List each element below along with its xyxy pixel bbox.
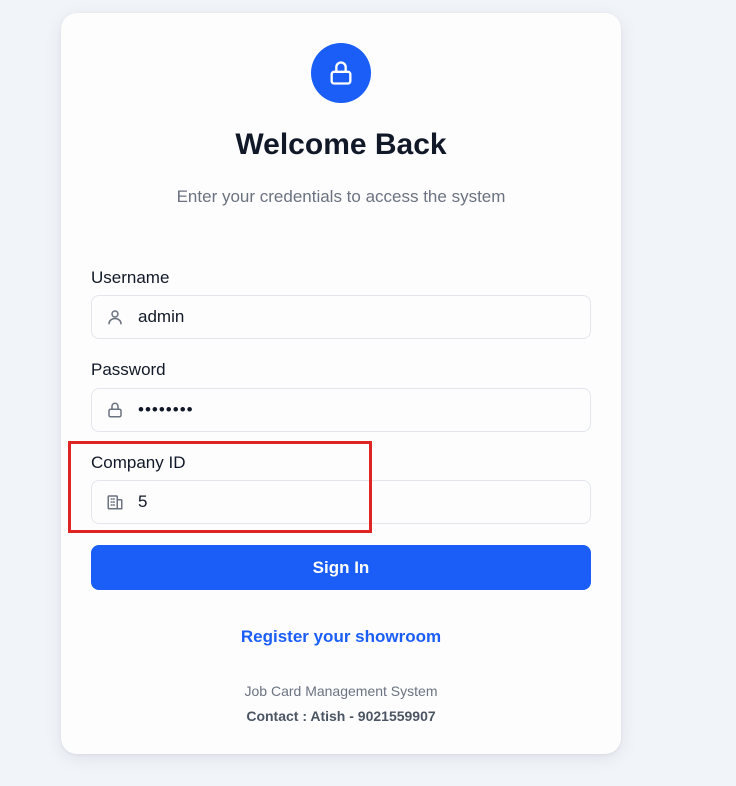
username-field[interactable]: admin — [91, 295, 591, 339]
lock-badge — [311, 43, 371, 103]
sign-in-button[interactable]: Sign In — [91, 545, 591, 590]
register-showroom-link[interactable]: Register your showroom — [61, 625, 621, 649]
password-field[interactable]: •••••••• — [91, 388, 591, 432]
username-label: Username — [91, 268, 170, 287]
company-id-value: 5 — [138, 492, 148, 511]
company-id-field[interactable]: 5 — [91, 480, 591, 524]
login-card: Welcome Back Enter your credentials to a… — [61, 13, 621, 754]
company-id-label: Company ID — [91, 453, 186, 472]
username-value: admin — [138, 307, 185, 326]
footer-system-name: Job Card Management System — [244, 683, 438, 699]
footer-contact: Contact : Atish - 9021559907 — [246, 708, 436, 724]
user-icon — [92, 308, 138, 326]
lock-icon — [327, 59, 355, 87]
building-icon — [92, 493, 138, 511]
page-title: Welcome Back — [235, 128, 447, 161]
password-value: •••••••• — [138, 400, 194, 419]
lock-icon — [92, 401, 138, 419]
page-subtitle: Enter your credentials to access the sys… — [176, 187, 506, 206]
password-label: Password — [91, 360, 166, 379]
